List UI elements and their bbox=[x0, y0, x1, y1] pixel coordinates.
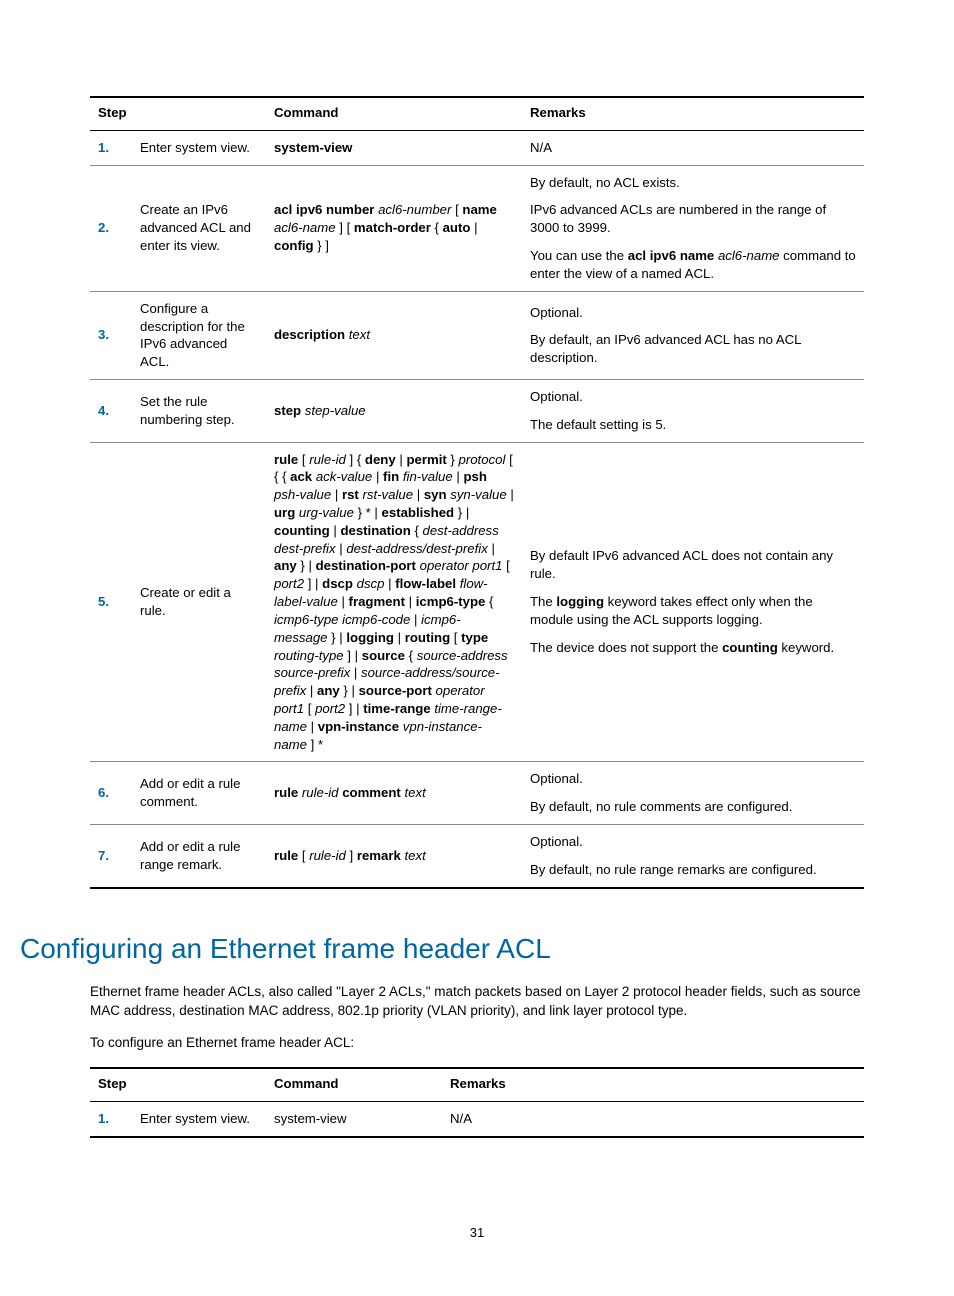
remarks-cell: By default IPv6 advanced ACL does not co… bbox=[522, 442, 864, 762]
table-row: 2.Create an IPv6 advanced ACL and enter … bbox=[90, 165, 864, 291]
table-row: 1.Enter system view.system-viewN/A bbox=[90, 1102, 864, 1137]
remarks-cell: Optional.By default, no rule comments ar… bbox=[522, 762, 864, 825]
table-row: 4.Set the rule numbering step.step step-… bbox=[90, 379, 864, 442]
table-row: 3.Configure a description for the IPv6 a… bbox=[90, 291, 864, 379]
section-paragraph: Ethernet frame header ACLs, also called … bbox=[90, 983, 864, 1021]
remarks-cell: Optional.By default, no rule range remar… bbox=[522, 825, 864, 888]
step-number: 1. bbox=[90, 1102, 132, 1137]
step-description: Configure a description for the IPv6 adv… bbox=[132, 291, 266, 379]
remarks-cell: Optional.By default, an IPv6 advanced AC… bbox=[522, 291, 864, 379]
step-description: Add or edit a rule range remark. bbox=[132, 825, 266, 888]
header-command: Command bbox=[266, 97, 522, 130]
document-page: Step Command Remarks 1.Enter system view… bbox=[0, 0, 954, 1138]
step-description: Enter system view. bbox=[132, 1102, 266, 1137]
header-command: Command bbox=[266, 1068, 442, 1101]
table-row: 1.Enter system view.system-viewN/A bbox=[90, 130, 864, 165]
table1-body: 1.Enter system view.system-viewN/A2.Crea… bbox=[90, 130, 864, 887]
step-number: 1. bbox=[90, 130, 132, 165]
remarks-cell: N/A bbox=[522, 130, 864, 165]
step-number: 6. bbox=[90, 762, 132, 825]
table-row: 7.Add or edit a rule range remark.rule [… bbox=[90, 825, 864, 888]
page-number: 31 bbox=[0, 1225, 954, 1240]
section-heading: Configuring an Ethernet frame header ACL bbox=[20, 933, 864, 965]
header-remarks: Remarks bbox=[522, 97, 864, 130]
table-row: 5.Create or edit a rule.rule [ rule-id ]… bbox=[90, 442, 864, 762]
step-description: Create or edit a rule. bbox=[132, 442, 266, 762]
command-cell: system-view bbox=[266, 130, 522, 165]
command-cell: description text bbox=[266, 291, 522, 379]
remarks-cell: Optional.The default setting is 5. bbox=[522, 379, 864, 442]
step-description: Create an IPv6 advanced ACL and enter it… bbox=[132, 165, 266, 291]
step-number: 5. bbox=[90, 442, 132, 762]
command-cell: rule [ rule-id ] { deny | permit } proto… bbox=[266, 442, 522, 762]
table-header-row: Step Command Remarks bbox=[90, 1068, 864, 1101]
step-description: Enter system view. bbox=[132, 130, 266, 165]
remarks-cell: By default, no ACL exists.IPv6 advanced … bbox=[522, 165, 864, 291]
header-step: Step bbox=[90, 97, 266, 130]
table-header-row: Step Command Remarks bbox=[90, 97, 864, 130]
section-lead-in: To configure an Ethernet frame header AC… bbox=[90, 1034, 864, 1053]
command-cell: step step-value bbox=[266, 379, 522, 442]
command-cell: rule [ rule-id ] remark text bbox=[266, 825, 522, 888]
header-step: Step bbox=[90, 1068, 266, 1101]
table2-body: 1.Enter system view.system-viewN/A bbox=[90, 1102, 864, 1137]
table-row: 6.Add or edit a rule comment.rule rule-i… bbox=[90, 762, 864, 825]
ethernet-acl-table: Step Command Remarks 1.Enter system view… bbox=[90, 1067, 864, 1138]
ipv6-advanced-acl-table: Step Command Remarks 1.Enter system view… bbox=[90, 96, 864, 889]
command-cell: system-view bbox=[266, 1102, 442, 1137]
step-number: 4. bbox=[90, 379, 132, 442]
header-remarks: Remarks bbox=[442, 1068, 864, 1101]
remarks-cell: N/A bbox=[442, 1102, 864, 1137]
step-description: Add or edit a rule comment. bbox=[132, 762, 266, 825]
step-number: 7. bbox=[90, 825, 132, 888]
step-number: 3. bbox=[90, 291, 132, 379]
command-cell: rule rule-id comment text bbox=[266, 762, 522, 825]
step-description: Set the rule numbering step. bbox=[132, 379, 266, 442]
command-cell: acl ipv6 number acl6-number [ name acl6-… bbox=[266, 165, 522, 291]
step-number: 2. bbox=[90, 165, 132, 291]
